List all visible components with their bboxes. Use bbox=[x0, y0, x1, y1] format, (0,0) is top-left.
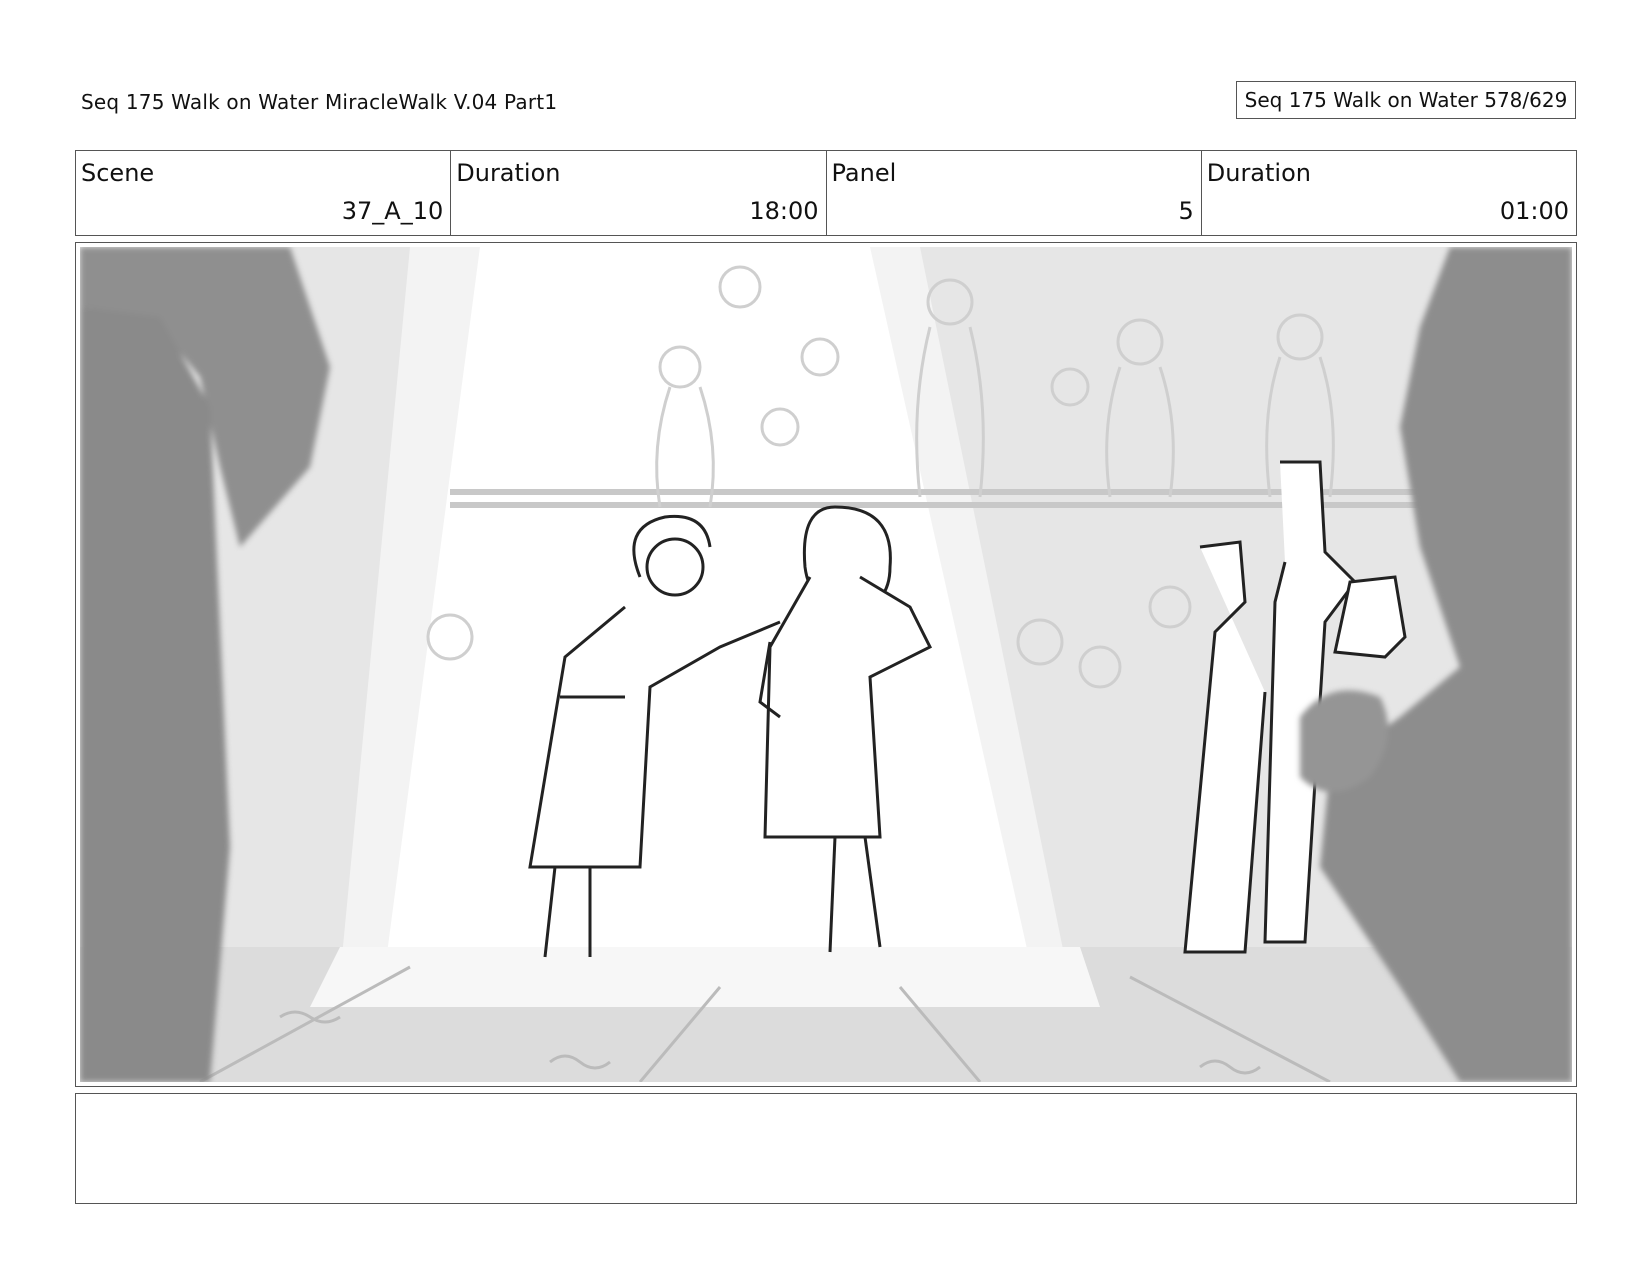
action-notes-box bbox=[75, 1093, 1577, 1204]
scene-label: Scene bbox=[81, 159, 155, 187]
panel-label: Panel bbox=[831, 159, 897, 187]
scene-duration-label: Duration bbox=[456, 159, 561, 187]
scene-cell: Scene 37_A_10 bbox=[76, 151, 452, 235]
panel-info-table: Scene 37_A_10 Duration 18:00 Panel 5 Dur… bbox=[75, 150, 1577, 236]
scene-value: 37_A_10 bbox=[341, 197, 444, 225]
panel-duration-label: Duration bbox=[1206, 159, 1311, 187]
panel-cell: Panel 5 bbox=[827, 151, 1202, 235]
page-counter: Seq 175 Walk on Water 578/629 bbox=[1244, 88, 1568, 112]
panel-duration-value: 01:00 bbox=[1499, 197, 1569, 225]
page-counter-box: Seq 175 Walk on Water 578/629 bbox=[1236, 81, 1576, 119]
storyboard-sketch bbox=[80, 247, 1572, 1082]
panel-duration-cell: Duration 01:00 bbox=[1202, 151, 1576, 235]
panel-value: 5 bbox=[1178, 197, 1194, 225]
scene-duration-value: 18:00 bbox=[749, 197, 819, 225]
scene-duration-cell: Duration 18:00 bbox=[451, 151, 827, 235]
sequence-title: Seq 175 Walk on Water MiracleWalk V.04 P… bbox=[81, 90, 558, 114]
storyboard-frame bbox=[75, 242, 1577, 1087]
sketch-illustration bbox=[80, 247, 1572, 1082]
